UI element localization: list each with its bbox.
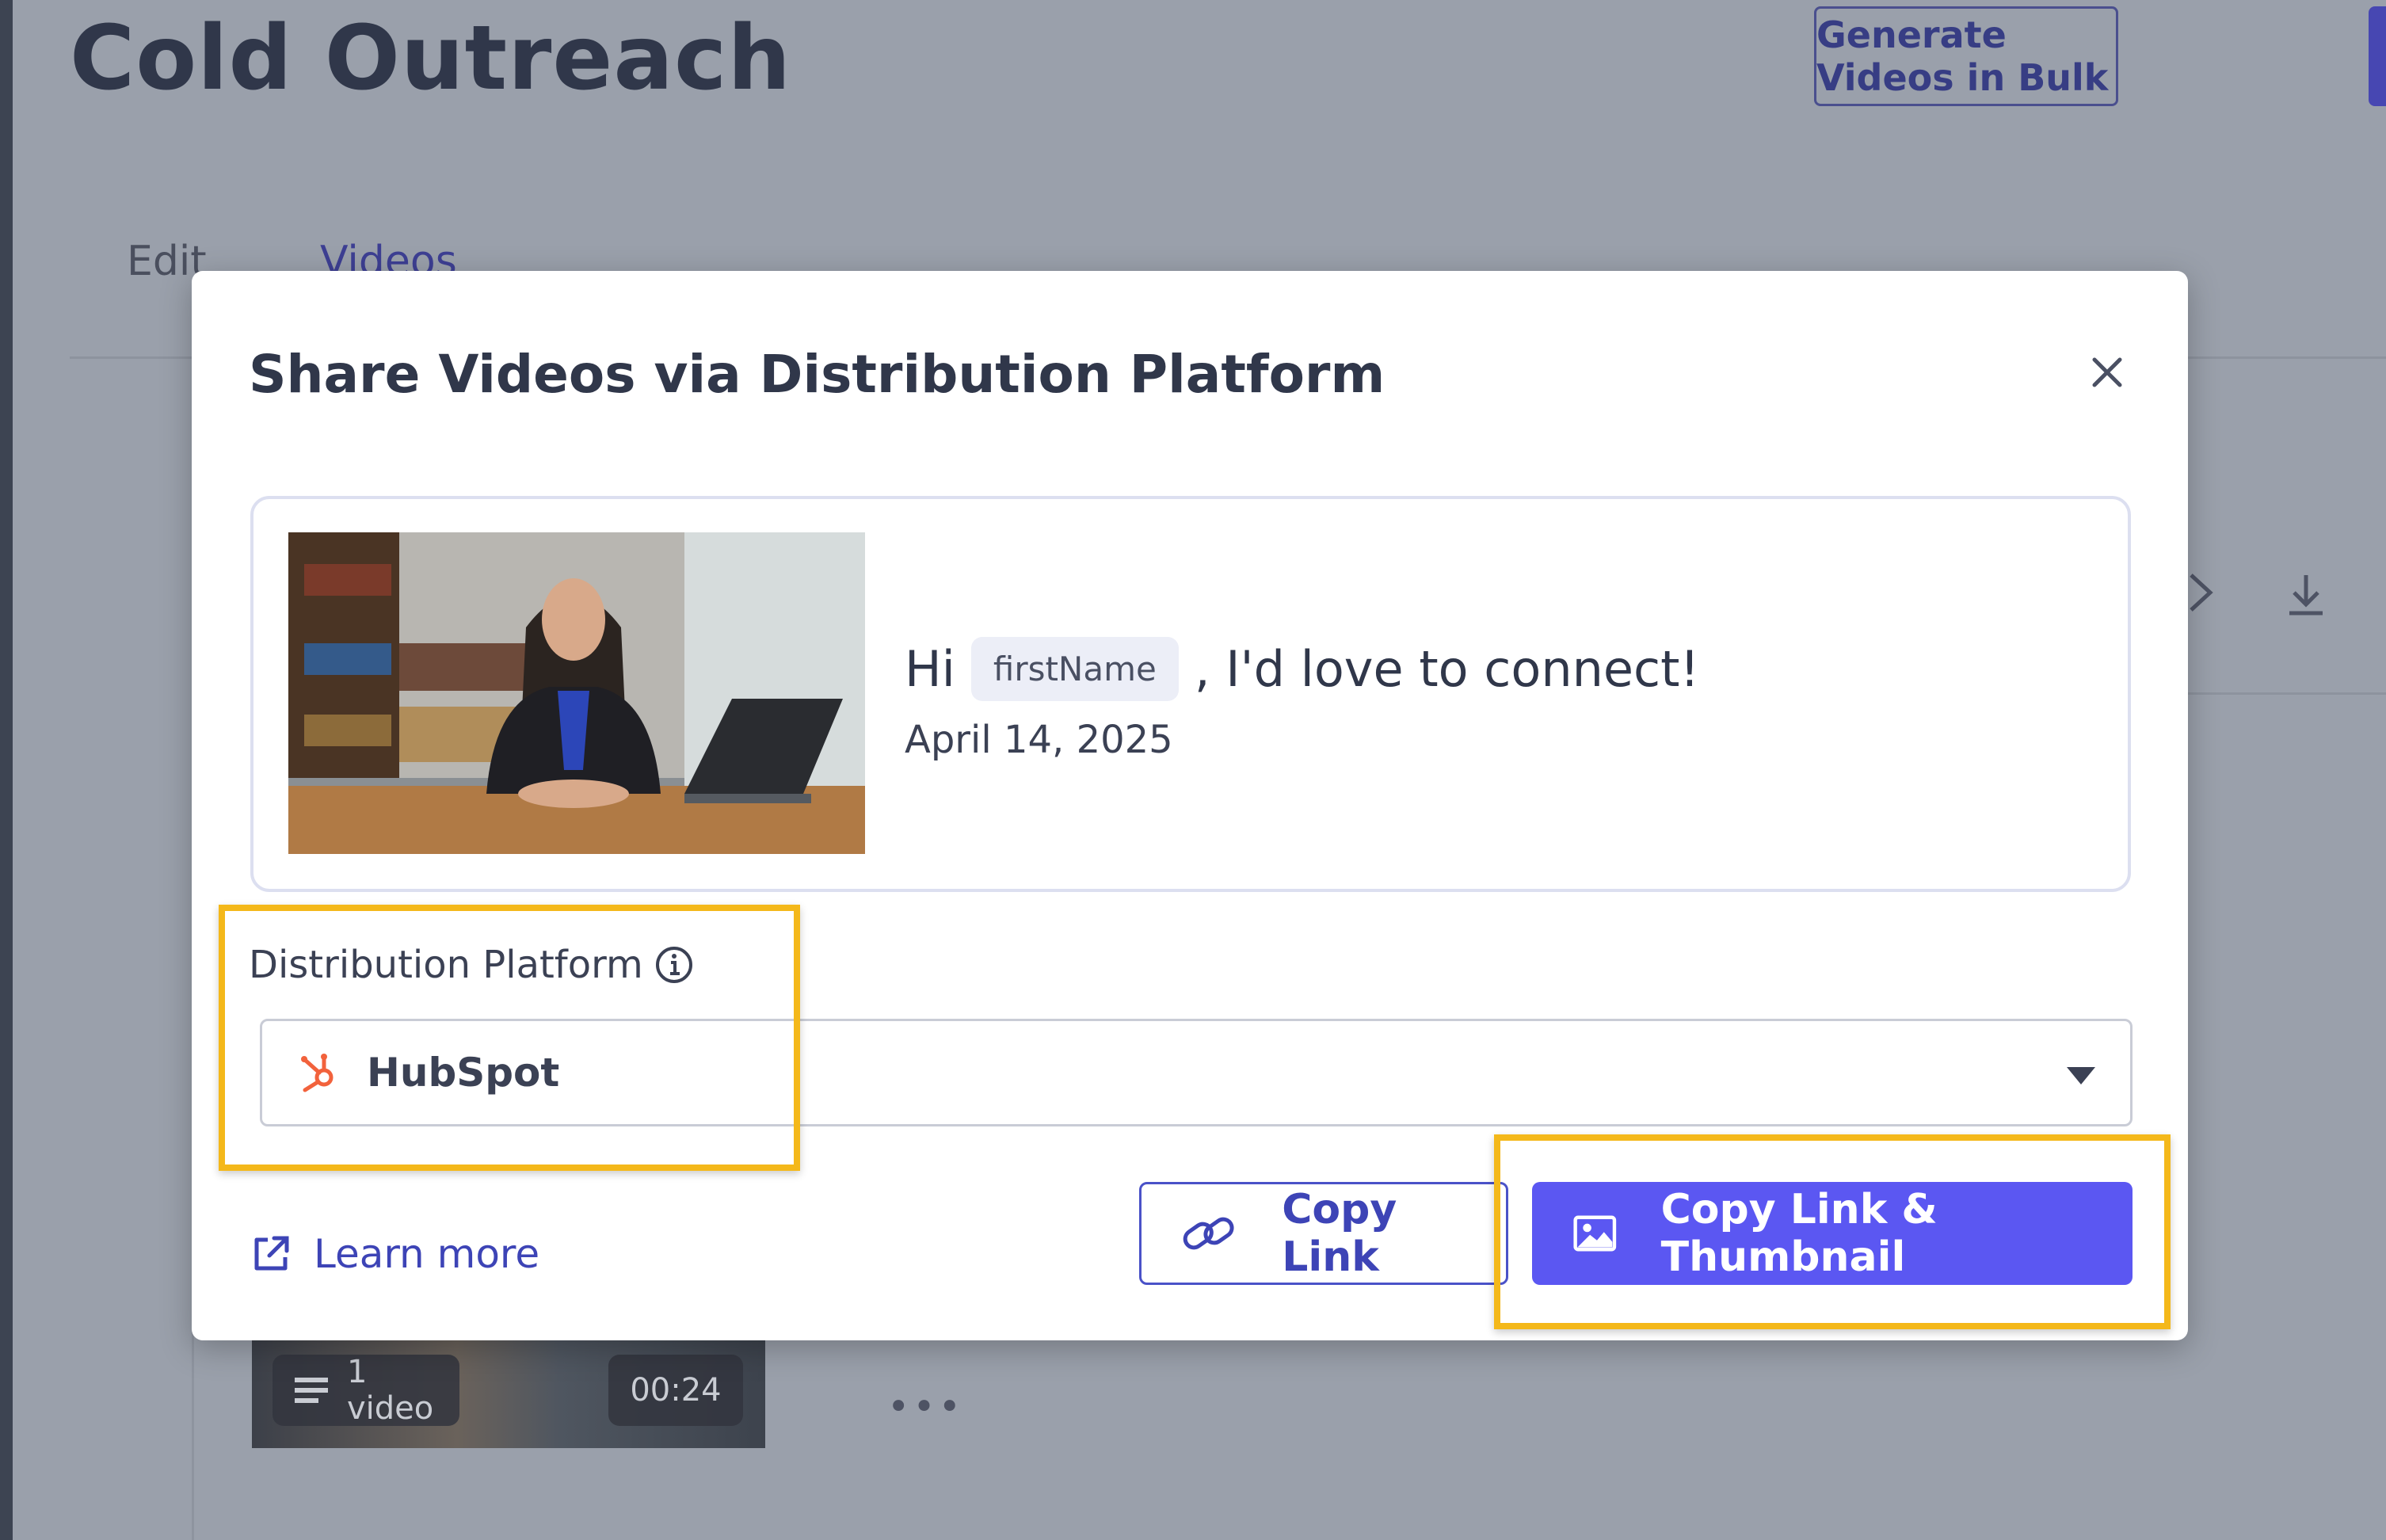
- more-icon[interactable]: •••: [887, 1385, 964, 1429]
- learn-more-label: Learn more: [314, 1231, 540, 1277]
- platform-label-row: Distribution Platform: [249, 943, 694, 987]
- image-icon: [1573, 1215, 1617, 1252]
- page-title: Cold Outreach: [70, 7, 792, 110]
- close-icon[interactable]: [2082, 347, 2133, 398]
- copy-link-thumbnail-label: Copy Link & Thumbnail: [1660, 1186, 1938, 1281]
- generate-videos-bulk-button[interactable]: Generate Videos in Bulk: [1814, 6, 2118, 106]
- menu-lines-icon: [295, 1372, 328, 1408]
- video-count-label: 1 video: [347, 1354, 434, 1427]
- external-link-icon: [254, 1236, 289, 1271]
- platform-select[interactable]: HubSpot: [260, 1019, 2133, 1126]
- modal-title: Share Videos via Distribution Platform: [249, 344, 1385, 405]
- left-rail: [0, 0, 13, 1540]
- chevron-down-icon[interactable]: [2067, 1067, 2095, 1084]
- copy-link-label: Copy Link: [1282, 1186, 1397, 1281]
- primary-action-button-edge[interactable]: [2369, 6, 2386, 106]
- download-icon[interactable]: [2285, 572, 2327, 626]
- platform-selected-value: HubSpot: [367, 1050, 560, 1096]
- share-modal: Share Videos via Distribution Platform H…: [192, 271, 2188, 1340]
- platform-label: Distribution Platform: [249, 943, 643, 987]
- variable-chip: firstName: [970, 637, 1179, 701]
- copy-link-thumbnail-button[interactable]: Copy Link & Thumbnail: [1532, 1182, 2133, 1285]
- greeting-prefix: Hi: [905, 640, 955, 698]
- greeting-line: Hi firstName , I'd love to connect!: [905, 637, 1699, 701]
- video-count-badge: 1 video: [273, 1354, 459, 1427]
- hubspot-icon: [301, 1054, 334, 1092]
- video-thumbnail: [288, 532, 865, 854]
- greeting-suffix: , I'd love to connect!: [1194, 640, 1700, 698]
- learn-more-link[interactable]: Learn more: [249, 1231, 539, 1277]
- copy-link-button[interactable]: Copy Link: [1139, 1182, 1508, 1285]
- link-icon: [1183, 1217, 1234, 1250]
- share-icon[interactable]: [2186, 569, 2218, 624]
- video-duration-badge: 00:24: [608, 1355, 743, 1426]
- video-preview-card: Hi firstName , I'd love to connect! Apri…: [250, 496, 2131, 892]
- info-icon[interactable]: [654, 945, 694, 985]
- video-date: April 14, 2025: [905, 718, 1173, 762]
